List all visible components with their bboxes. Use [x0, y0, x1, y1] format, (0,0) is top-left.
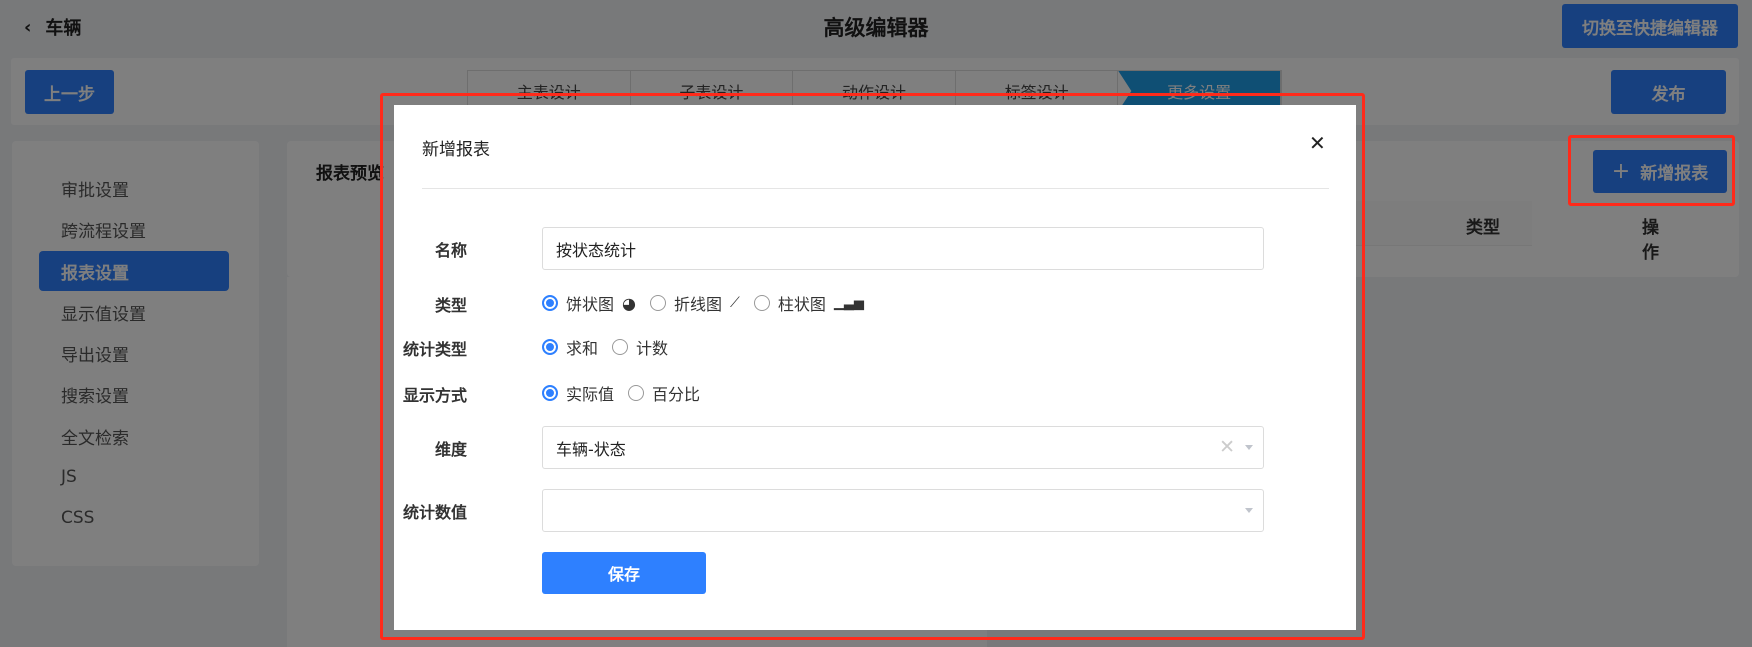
chevron-down-icon	[1245, 508, 1253, 513]
dimension-value: 车辆-状态	[556, 439, 626, 459]
stat-value-select[interactable]	[542, 489, 1264, 532]
radio-percentage[interactable]: 百分比	[628, 381, 700, 405]
dimension-select[interactable]: 车辆-状态 ✕	[542, 426, 1264, 469]
dialog-divider	[422, 188, 1329, 189]
clear-icon[interactable]: ✕	[1219, 436, 1235, 458]
radio-button[interactable]	[649, 295, 666, 311]
name-label: 名称	[434, 241, 467, 260]
chart-type-radio-group: 饼状图 ◕ 折线图 ⟋ 柱状图 ▁▃▅	[542, 291, 870, 315]
radio-button[interactable]	[612, 339, 629, 355]
stat-type-label: 统计类型	[402, 340, 467, 359]
stat-value-label: 统计数值	[402, 503, 467, 522]
dialog-title: 新增报表	[422, 140, 490, 160]
pie-chart-icon: ◕	[622, 293, 636, 313]
radio-button[interactable]	[628, 385, 645, 401]
radio-button[interactable]	[542, 295, 558, 311]
radio-bar[interactable]: 柱状图 ▁▃▅	[753, 291, 864, 315]
chevron-down-icon	[1245, 445, 1253, 450]
display-radio-group: 实际值 百分比	[542, 381, 706, 405]
type-label: 类型	[434, 296, 467, 315]
radio-label: 计数	[636, 339, 669, 358]
stat-type-radio-group: 求和 计数	[542, 335, 674, 359]
radio-label: 求和	[566, 339, 599, 358]
line-chart-icon: ⟋	[730, 295, 740, 311]
highlight-box-add-button	[1568, 135, 1735, 206]
radio-line[interactable]: 折线图 ⟋	[649, 291, 740, 315]
radio-count[interactable]: 计数	[612, 335, 668, 359]
add-report-dialog: 新增报表 ✕ 名称 按状态统计 类型 饼状图 ◕ 折线图 ⟋ 柱状图 ▁▃▅ 统计类型…	[394, 105, 1356, 630]
display-label: 显示方式	[402, 386, 467, 405]
radio-label: 百分比	[652, 385, 701, 404]
close-icon[interactable]: ✕	[1309, 131, 1326, 155]
radio-label: 折线图	[673, 295, 722, 314]
radio-label: 饼状图	[566, 295, 615, 314]
radio-label: 实际值	[566, 385, 615, 404]
name-input[interactable]: 按状态统计	[542, 227, 1264, 270]
dimension-label: 维度	[434, 440, 467, 459]
radio-button[interactable]	[542, 339, 558, 355]
radio-pie[interactable]: 饼状图 ◕	[542, 291, 636, 315]
radio-label: 柱状图	[777, 295, 826, 314]
radio-button[interactable]	[753, 295, 770, 311]
save-button[interactable]: 保存	[542, 552, 706, 594]
radio-button[interactable]	[542, 385, 558, 401]
radio-actual-value[interactable]: 实际值	[542, 381, 614, 405]
radio-sum[interactable]: 求和	[542, 335, 598, 359]
bar-chart-icon: ▁▃▅	[833, 295, 864, 311]
